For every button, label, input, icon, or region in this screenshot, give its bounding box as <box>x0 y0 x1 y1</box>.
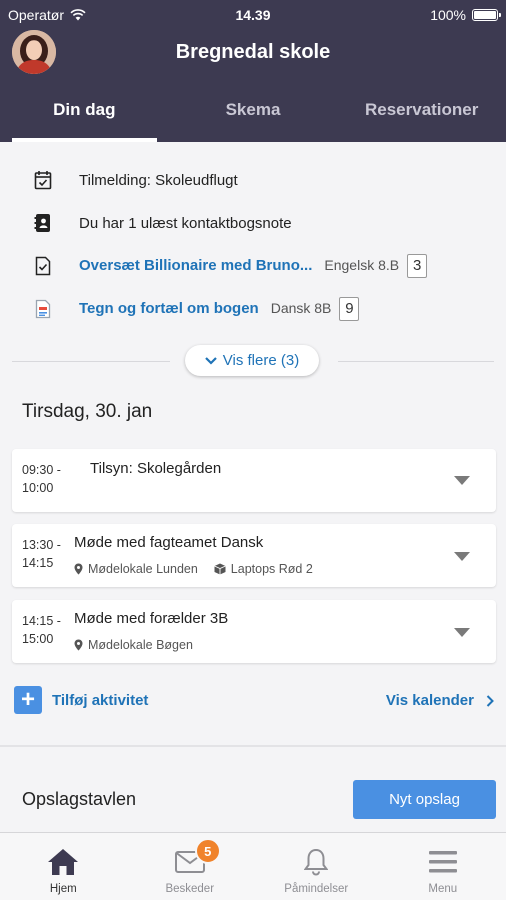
status-bar: Operatør 14.39 100% <box>0 0 506 30</box>
notification-text: Tilmelding: Skoleudflugt <box>79 171 238 189</box>
tab-skema[interactable]: Skema <box>169 84 338 142</box>
main-tabs: Din dag Skema Reservationer <box>0 84 506 142</box>
nav-item-menu[interactable]: Menu <box>380 833 506 900</box>
home-icon <box>46 847 80 877</box>
add-activity-label: Tilføj aktivitet <box>52 691 149 709</box>
event-time: 13:30 - 14:15 <box>22 536 61 572</box>
menu-icon <box>426 847 460 877</box>
event-time-end: 15:00 <box>22 632 54 646</box>
nav-item-messages[interactable]: 5 Beskeder <box>127 833 254 900</box>
chevron-down-icon[interactable] <box>454 476 470 485</box>
event-card[interactable]: 14:15 - 15:00 Møde med forælder 3B Mødel… <box>12 600 496 663</box>
event-title: Møde med forælder 3B <box>74 610 229 627</box>
chevron-right-icon <box>486 694 494 707</box>
event-time: 09:30 - 10:00 <box>22 461 61 497</box>
assignment-check-icon <box>33 255 53 277</box>
location-pin-icon <box>74 563 83 575</box>
notification-text: Du har 1 ulæst kontaktbogsnote <box>79 214 292 232</box>
event-resource-label: Laptops Rød 2 <box>230 562 313 576</box>
event-details: Mødelokale Bøgen <box>74 638 193 652</box>
chevron-down-icon <box>205 356 217 365</box>
event-time-start: 14:15 - <box>22 614 61 628</box>
assignment-link[interactable]: Oversæt Billionaire med Bruno... <box>79 257 312 274</box>
event-location: Mødelokale Lunden <box>74 562 198 576</box>
add-activity-button[interactable]: + Tilføj aktivitet <box>14 686 148 714</box>
assignment-subject: Engelsk 8.B <box>324 257 400 273</box>
document-icon <box>33 298 53 320</box>
event-location-label: Mødelokale Lunden <box>88 562 198 576</box>
show-more-label: Vis flere (3) <box>222 352 300 369</box>
plus-icon: + <box>14 686 42 714</box>
notification-row: Tegn og fortæl om bogen Dansk 8B 9 <box>79 297 360 321</box>
section-divider <box>0 745 506 747</box>
event-card[interactable]: 13:30 - 14:15 Møde med fagteamet Dansk M… <box>12 524 496 587</box>
nav-item-home[interactable]: Hjem <box>0 833 127 900</box>
event-title: Tilsyn: Skolegården <box>90 460 222 477</box>
notification-row: Oversæt Billionaire med Bruno... Engelsk … <box>79 254 428 278</box>
bottom-nav: Hjem 5 Beskeder Påmindelser Menu <box>0 832 506 900</box>
contact-book-icon <box>33 212 53 234</box>
event-time-end: 14:15 <box>22 556 54 570</box>
event-details: Mødelokale Lunden Laptops Rød 2 <box>74 562 313 576</box>
event-location: Mødelokale Bøgen <box>74 638 193 652</box>
notification-assignment-english[interactable]: Oversæt Billionaire med Bruno... Engelsk … <box>0 246 506 286</box>
assignment-link[interactable]: Tegn og fortæl om bogen <box>79 300 259 317</box>
bulletin-title: Opslagstavlen <box>22 789 137 809</box>
nav-label: Påmindelser <box>284 883 349 895</box>
status-right: 100% <box>430 7 501 23</box>
calendar-check-icon <box>33 169 53 191</box>
event-location-label: Mødelokale Bøgen <box>88 638 193 652</box>
nav-label: Hjem <box>49 883 77 895</box>
show-calendar-link[interactable]: Vis kalender <box>386 692 494 709</box>
assignment-count: 3 <box>407 254 428 278</box>
actions-row: + Tilføj aktivitet Vis kalender <box>0 682 506 720</box>
chevron-down-icon[interactable] <box>454 552 470 561</box>
notification-contact-book[interactable]: Du har 1 ulæst kontaktbogsnote <box>0 203 506 243</box>
nav-item-reminders[interactable]: Påmindelser <box>253 833 380 900</box>
battery-icon <box>472 9 501 21</box>
nav-label: Menu <box>428 883 458 895</box>
new-post-button[interactable]: Nyt opslag <box>353 780 496 819</box>
app-header: Operatør 14.39 100% Bregnedal skole Din … <box>0 0 506 142</box>
bell-icon <box>299 847 333 877</box>
assignment-count: 9 <box>339 297 360 321</box>
battery-percentage: 100% <box>430 7 466 23</box>
tab-reservationer[interactable]: Reservationer <box>337 84 506 142</box>
cube-icon <box>214 563 226 575</box>
unread-badge: 5 <box>194 838 221 864</box>
show-calendar-label: Vis kalender <box>385 692 474 709</box>
location-pin-icon <box>74 639 83 651</box>
notification-signup[interactable]: Tilmelding: Skoleudflugt <box>0 160 506 200</box>
divider <box>338 361 494 362</box>
show-more-button[interactable]: Vis flere (3) <box>185 345 319 376</box>
assignment-subject: Dansk 8B <box>270 300 332 316</box>
nav-label: Beskeder <box>165 883 215 895</box>
tab-din-dag[interactable]: Din dag <box>0 84 169 142</box>
notification-assignment-danish[interactable]: Tegn og fortæl om bogen Dansk 8B 9 <box>0 289 506 329</box>
divider <box>12 361 170 362</box>
date-heading: Tirsdag, 30. jan <box>22 401 153 422</box>
event-title: Møde med fagteamet Dansk <box>74 534 264 551</box>
event-time-end: 10:00 <box>22 481 54 495</box>
event-resource: Laptops Rød 2 <box>214 562 313 576</box>
chevron-down-icon[interactable] <box>454 628 470 637</box>
event-time-start: 09:30 - <box>22 463 61 477</box>
event-time: 14:15 - 15:00 <box>22 612 61 648</box>
event-card[interactable]: 09:30 - 10:00 Tilsyn: Skolegården <box>12 449 496 512</box>
event-time-start: 13:30 - <box>22 538 61 552</box>
page-title: Bregnedal skole <box>175 41 331 63</box>
